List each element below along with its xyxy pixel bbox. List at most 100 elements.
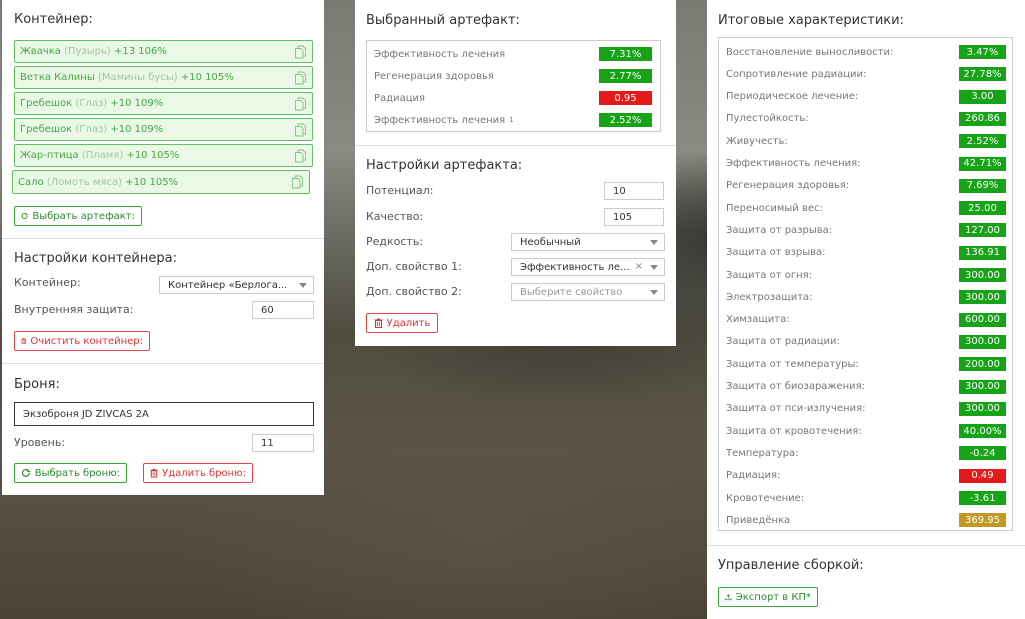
- protection-label: Внутренняя защита:: [14, 303, 134, 316]
- trash-icon: [374, 318, 383, 328]
- right-panel: Итоговые характеристики: Восстановление …: [707, 0, 1025, 619]
- artifact-slot[interactable]: Жвачка (Пузырь) +13 106%: [14, 40, 313, 63]
- slot-name: Гребешок: [20, 124, 73, 135]
- artifact-slot[interactable]: Гребешок (Глаз) +10 109%: [14, 92, 313, 115]
- total-stat-row: Защита от огня: 300.00: [719, 264, 1012, 286]
- protection-input[interactable]: 60: [252, 301, 314, 319]
- extra1-select[interactable]: Эффективность ле... ×: [511, 258, 665, 276]
- armor-name-field[interactable]: Экзоброня JD ZIVCAS 2A: [14, 402, 314, 426]
- total-stat-name: Температура:: [726, 447, 799, 459]
- trash-icon: [150, 468, 158, 478]
- stat-value: 2.77%: [599, 69, 652, 83]
- slot-name: Ветка Калины: [20, 72, 95, 83]
- artifact-slot[interactable]: Сало (Ломоть мяса) +10 105%: [12, 170, 310, 194]
- copy-icon[interactable]: [295, 123, 306, 137]
- extra2-select[interactable]: Выберите свойство: [511, 283, 665, 301]
- total-stat-row: Защита от пси-излучения: 300.00: [719, 398, 1012, 420]
- total-stat-name: Регенерация здоровья:: [726, 180, 850, 192]
- artifact-slot[interactable]: Гребешок (Глаз) +10 109%: [14, 118, 313, 141]
- total-stat-value: 25.00: [959, 201, 1006, 216]
- slot-name: Сало: [18, 176, 44, 188]
- totals-box: Восстановление выносливости: 3.47% Сопроти…: [718, 37, 1013, 531]
- slot-name: Жар-птица: [20, 150, 79, 161]
- delete-artifact-button[interactable]: Удалить: [366, 313, 438, 333]
- artifact-slot[interactable]: Ветка Калины (Мамины бусы) +10 105%: [14, 66, 313, 89]
- container-title: Контейнер:: [14, 12, 93, 27]
- selected-artifact-title: Выбранный артефакт:: [366, 13, 520, 28]
- total-stat-row: Радиация: 0.49: [719, 465, 1012, 487]
- slot-bonus: +10 105%: [180, 72, 234, 83]
- trash-icon: [21, 338, 27, 345]
- slot-bonus: +10 109%: [110, 98, 164, 109]
- total-stat-value: 260.86: [959, 111, 1006, 126]
- stat-value: 7.31%: [599, 47, 652, 61]
- armor-level-input[interactable]: 11: [252, 434, 314, 452]
- clear-container-button[interactable]: Очистить контейнер:: [14, 331, 150, 351]
- total-stat-name: Приведёнка: [726, 514, 791, 526]
- refresh-icon: [21, 468, 31, 477]
- divider: [2, 238, 324, 239]
- select-armor-label: Выбрать броню:: [34, 467, 120, 479]
- extra2-select-placeholder: Выберите свойство: [520, 286, 623, 298]
- artifact-stat-row: Регенерация здоровья 2.77%: [367, 65, 660, 87]
- copy-icon[interactable]: [292, 175, 303, 189]
- total-stat-value: 7.69%: [959, 178, 1006, 193]
- total-stat-name: Периодическое лечение:: [726, 91, 859, 103]
- total-stat-row: Электрозащита: 300.00: [719, 286, 1012, 308]
- total-stat-row: Восстановление выносливости: 3.47%: [719, 41, 1012, 63]
- total-stat-row: Защита от взрыва: 136.91: [719, 242, 1012, 264]
- artifact-stat-row: Радиация 0.95: [367, 87, 660, 109]
- divider: [707, 545, 1025, 546]
- potential-input[interactable]: 10: [604, 182, 664, 200]
- total-stat-row: Периодическое лечение: 3.00: [719, 86, 1012, 108]
- artifact-stat-row: Эффективность лечения 7.31%: [367, 43, 660, 65]
- copy-icon[interactable]: [295, 71, 306, 85]
- total-stat-name: Живучесть:: [726, 135, 788, 147]
- chevron-down-icon: [650, 265, 658, 270]
- container-select[interactable]: Контейнер «Берлога...: [159, 276, 314, 294]
- total-stat-name: Эффективность лечения:: [726, 158, 861, 169]
- delete-armor-button[interactable]: Удалить броню:: [143, 463, 253, 483]
- total-stat-value: 136.91: [959, 245, 1006, 260]
- total-stat-row: Защита от разрыва: 127.00: [719, 219, 1012, 241]
- rarity-select[interactable]: Необычный: [511, 233, 665, 251]
- copy-icon[interactable]: [295, 45, 306, 59]
- total-stat-row: Температура: -0.24: [719, 442, 1012, 464]
- total-stat-value: 300.00: [959, 334, 1006, 349]
- copy-icon[interactable]: [295, 97, 306, 111]
- armor-title: Броня:: [14, 377, 60, 392]
- export-label: Экспорт в КП*: [735, 591, 811, 603]
- total-stat-name: Переносимый вес:: [726, 202, 823, 214]
- total-stat-value: 2.52%: [959, 134, 1006, 149]
- chevron-down-icon: [299, 283, 307, 288]
- chevron-down-icon: [650, 240, 658, 245]
- total-stat-row: Эффективность лечения: 42.71%: [719, 153, 1012, 175]
- slot-sub: (Пламя): [81, 150, 124, 161]
- select-artifact-button[interactable]: Выбрать артефакт:: [14, 206, 142, 226]
- totals-title: Итоговые характеристики:: [718, 13, 904, 28]
- export-button[interactable]: Экспорт в КП*: [718, 587, 818, 607]
- container-settings-title: Настройки контейнера:: [14, 251, 177, 266]
- slot-bonus: +10 109%: [110, 124, 164, 135]
- copy-icon[interactable]: [295, 149, 306, 163]
- total-stat-value: 600.00: [959, 312, 1006, 327]
- total-stat-row: Защита от радиации: 300.00: [719, 331, 1012, 353]
- total-stat-name: Защита от радиации:: [726, 336, 840, 348]
- select-armor-button[interactable]: Выбрать броню:: [14, 463, 127, 483]
- total-stat-row: Живучесть: 2.52%: [719, 130, 1012, 152]
- clear-icon[interactable]: ×: [635, 261, 643, 272]
- total-stat-name: Защита от разрыва:: [726, 224, 833, 236]
- left-panel: Контейнер: Жвачка (Пузырь) +13 106% Ветка…: [2, 0, 324, 495]
- total-stat-value: 300.00: [959, 290, 1006, 305]
- total-stat-name: Восстановление выносливости:: [726, 46, 894, 58]
- stat-name: Регенерация здоровья: [374, 70, 494, 82]
- delete-armor-label: Удалить броню:: [162, 467, 246, 479]
- total-stat-value: 300.00: [959, 379, 1006, 394]
- delete-artifact-label: Удалить: [386, 317, 431, 329]
- quality-input[interactable]: 105: [604, 208, 664, 226]
- stat-value: 2.52%: [599, 113, 652, 127]
- divider: [2, 363, 324, 364]
- artifact-settings-title: Настройки артефакта:: [366, 158, 523, 173]
- artifact-slot[interactable]: Жар-птица (Пламя) +10 105%: [14, 144, 313, 167]
- total-stat-name: Защита от биозаражения:: [726, 381, 865, 392]
